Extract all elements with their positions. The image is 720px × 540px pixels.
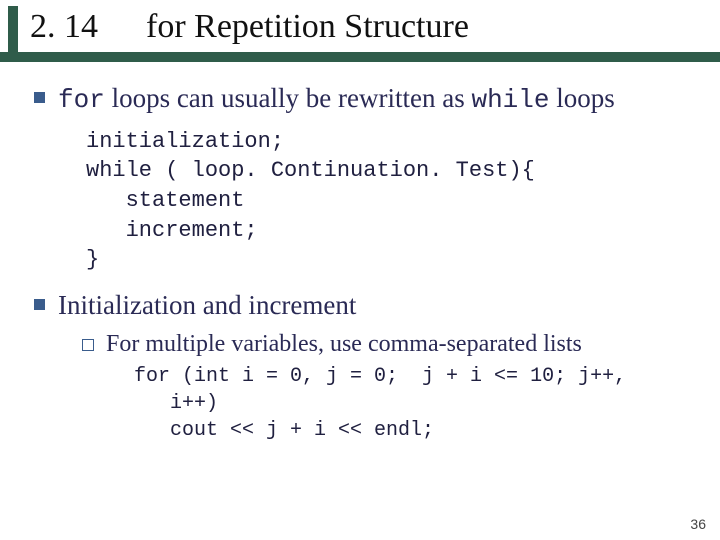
slide: 2. 14 for Repetition Structure for loops… (0, 0, 720, 540)
section-number: 2. 14 (8, 8, 106, 52)
code-block-while: initialization; while ( loop. Continuati… (86, 127, 706, 275)
bullet-1-mid: loops can usually be rewritten as (105, 83, 472, 113)
bullet-item-2: Initialization and increment For multipl… (28, 289, 706, 444)
bullet-1-text: for loops can usually be rewritten as wh… (58, 82, 706, 117)
section-title: for Repetition Structure (106, 8, 469, 52)
bullet-2-text: Initialization and increment (58, 289, 706, 323)
bullet-item-1: for loops can usually be rewritten as wh… (28, 82, 706, 275)
title-row: 2. 14 for Repetition Structure (0, 0, 720, 62)
sub-bullet-1: For multiple variables, use comma-separa… (80, 329, 706, 444)
bullet-1-tail: loops (549, 83, 614, 113)
content-area: for loops can usually be rewritten as wh… (0, 76, 720, 444)
page-number: 36 (690, 516, 706, 532)
code-keyword-for: for (58, 85, 105, 115)
sub-bullet-list: For multiple variables, use comma-separa… (80, 329, 706, 444)
code-block-for: for (int i = 0, j = 0; j + i <= 10; j++,… (134, 363, 706, 444)
bullet-list: for loops can usually be rewritten as wh… (28, 82, 706, 444)
sub-bullet-1-text: For multiple variables, use comma-separa… (106, 329, 706, 359)
code-keyword-while: while (471, 85, 549, 115)
title-accent-bar (8, 6, 18, 62)
